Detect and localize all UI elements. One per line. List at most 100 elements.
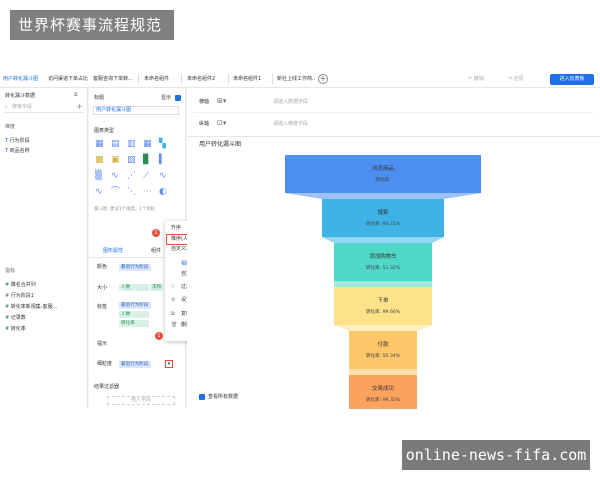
tab-funnel[interactable]: 用户转化漏斗图	[3, 73, 47, 85]
tab-unnamed[interactable]: 未命名组件	[144, 73, 180, 85]
funnel-stage-name: 付款	[377, 340, 389, 348]
chart-type-icon[interactable]: ⋰	[127, 172, 136, 181]
metric-field-label: 记录数	[10, 315, 26, 321]
chart-type-icon[interactable]: ∿	[111, 172, 120, 181]
funnel-stage[interactable]	[322, 199, 444, 237]
field-dropdown-icon[interactable]: ▾	[165, 360, 173, 368]
tab-divider	[272, 74, 273, 84]
chart-type-icon[interactable]: ▣	[111, 156, 120, 165]
chart-type-icon[interactable]: ▥	[127, 140, 136, 149]
tab-graphic-properties[interactable]: 图形属性	[103, 248, 123, 255]
label-field-tag[interactable]: 最后行为阶段	[119, 302, 151, 309]
metric-field[interactable]: # 行为阶段1	[5, 293, 34, 300]
search-icon: ⌕	[5, 104, 8, 110]
chart-type-icon[interactable]: ▚	[159, 140, 168, 149]
funnel-connector	[334, 325, 432, 331]
screenshot-canvas: 世界杯赛事流程规范 用户转化漏斗图 访问渠道下单占比 客服咨询下单转... 未命…	[0, 0, 600, 480]
metric-field[interactable]: # 记录数	[5, 315, 26, 322]
chart-type-icon[interactable]: ▦	[95, 140, 104, 149]
granularity-field-tag[interactable]: 最后行为阶段	[119, 361, 151, 368]
color-field-tag[interactable]: 最后行为阶段	[119, 264, 151, 271]
edit-dataset-icon[interactable]: ⧉	[74, 92, 78, 99]
chart-type-icon[interactable]: ∿	[159, 172, 168, 181]
chart-type-icon[interactable]: ▨	[127, 156, 136, 165]
tab-divider	[228, 74, 229, 84]
chart-type-icon[interactable]: ▤	[111, 140, 120, 149]
funnel-connector	[349, 369, 417, 375]
funnel-stage-name: 交易成功	[372, 384, 395, 392]
funnel-stage-rate: 转化率: 99.66%	[366, 308, 401, 315]
line-chart-icon[interactable]: ⊡▾	[217, 120, 226, 127]
redo-button[interactable]: ↷ 还原	[508, 74, 524, 84]
chart-type-icon[interactable]: ▍	[159, 156, 168, 165]
label-field-tag[interactable]: 转化率	[119, 320, 149, 327]
filter-icon: ▽	[171, 284, 175, 290]
label-row-label: 标签	[97, 304, 108, 310]
label-field-tag[interactable]: 人数	[119, 311, 149, 318]
chart-type-icon[interactable]: ⋯	[143, 188, 152, 197]
show-all-data-label: 查看所有数据	[208, 394, 239, 400]
chart-shelves: 横轴 ⊞▾ 请拖入数据字段 纵轴 ⊡▾ 请拖入维度字段	[187, 88, 600, 136]
chart-type-icon[interactable]: ◐	[159, 188, 168, 197]
redo-label: 还原	[513, 76, 524, 82]
chart-title-input[interactable]: 用户转化漏斗图	[93, 106, 179, 115]
banner-title: 世界杯赛事流程规范	[10, 10, 174, 40]
funnel-connector	[334, 281, 432, 287]
size-field-tag[interactable]: 人数	[119, 284, 149, 291]
funnel-stage-rate: 转化率: 90.21%	[366, 220, 401, 227]
dimension-field[interactable]: T 商品名称	[5, 148, 30, 155]
tab-component[interactable]: 组件	[151, 248, 161, 255]
add-tab-icon[interactable]: +	[318, 74, 328, 84]
bar-chart-icon[interactable]: ⊞▾	[217, 98, 226, 105]
chart-type-icon[interactable]: ⋱	[127, 188, 136, 197]
menu-item-ascending[interactable]: 升序	[171, 225, 181, 232]
tab-divider	[181, 74, 182, 84]
funnel-stage[interactable]	[334, 243, 432, 281]
chart-type-icon[interactable]: ⌒	[111, 188, 120, 197]
show-title-checkbox[interactable]	[175, 95, 181, 101]
x-axis-label: 横轴	[199, 99, 210, 105]
field-search[interactable]: ⌕ 搜索字段	[4, 104, 84, 113]
funnel-chart: 浏览商品转化率: 搜索转化率: 90.21% 添加购物车转化率: 51.32% 下单转…	[285, 155, 481, 409]
y-axis-drop-zone[interactable]: 请拖入维度字段	[273, 121, 308, 128]
chart-type-icon[interactable]: ▩	[95, 156, 104, 165]
granularity-row-label: 细粒度	[97, 361, 113, 367]
chart-type-icon[interactable]: ▦	[143, 140, 152, 149]
funnel-stage-rate: 转化率: 50.34%	[366, 352, 401, 359]
tab-channel[interactable]: 访问渠道下单占比	[48, 73, 92, 85]
search-placeholder: 搜索字段	[12, 104, 33, 110]
step-badge-2: 2	[152, 229, 160, 237]
shelf-divider	[193, 112, 593, 113]
chart-type-icon[interactable]: ⟋	[143, 172, 152, 181]
undo-button[interactable]: ↶ 撤销	[468, 74, 484, 84]
add-field-icon[interactable]: +	[76, 103, 83, 111]
dimension-field[interactable]: T 行为阶段	[5, 138, 30, 145]
tab-unnamed-1[interactable]: 未命名组件1	[233, 73, 271, 85]
filter-drop-zone[interactable]: 拖入字段	[107, 396, 175, 405]
metric-field[interactable]: # 降名合并列	[5, 282, 36, 289]
funnel-stage[interactable]	[349, 331, 417, 369]
chart-type-icon[interactable]: ∿	[95, 188, 104, 197]
tab-unnamed-2[interactable]: 未命名组件2	[187, 73, 227, 85]
tab-launch[interactable]: 新社上线工作简...	[277, 73, 315, 85]
funnel-stage-name: 下单	[377, 296, 389, 304]
title-label: 标题	[94, 95, 105, 101]
show-all-data-checkbox[interactable]	[199, 394, 205, 400]
x-axis-drop-zone[interactable]: 请拖入数据字段	[273, 99, 308, 106]
funnel-stage[interactable]	[334, 287, 432, 325]
metric-field[interactable]: # 转化率新视集-客服...	[5, 304, 57, 311]
funnel-stage[interactable]	[285, 155, 481, 193]
chart-type-label: 图表类型	[94, 128, 115, 134]
funnel-connector	[322, 237, 444, 243]
funnel-stage-rate: 转化率: 99.32%	[366, 396, 401, 403]
size-aggregate-tag[interactable]: 求和	[150, 284, 164, 291]
funnel-stage-name: 添加购物车	[369, 252, 397, 260]
chart-type-icon[interactable]: ▊	[143, 156, 152, 165]
metric-field[interactable]: # 转化率	[5, 326, 26, 333]
tab-service[interactable]: 客服咨询下单转...	[93, 73, 137, 85]
metric-field-label: 降名合并列	[10, 282, 36, 288]
funnel-stage[interactable]	[349, 375, 417, 409]
y-axis-label: 纵轴	[199, 121, 210, 127]
chart-type-icon[interactable]: ▒	[95, 172, 104, 181]
enter-dashboard-button[interactable]: 进入仪表板	[550, 74, 594, 85]
